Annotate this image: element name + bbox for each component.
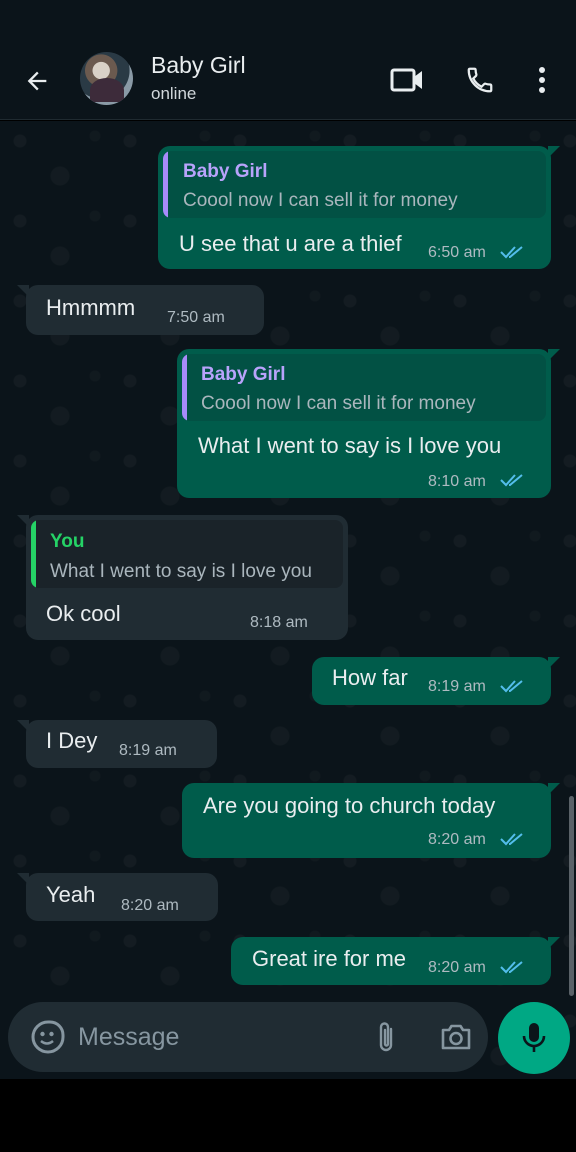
- message-time: 7:50 am: [167, 309, 225, 326]
- quote-text: What I went to say is I love you: [50, 561, 312, 582]
- more-options-button[interactable]: [522, 60, 562, 100]
- double-check-icon: [500, 833, 523, 846]
- message-bubble-outgoing[interactable]: Baby Girl Coool now I can sell it for mo…: [177, 349, 560, 498]
- sticker-icon: [31, 1020, 65, 1054]
- status-bar: [0, 0, 576, 40]
- message-text: Hmmmm: [46, 295, 136, 320]
- back-button[interactable]: [18, 62, 56, 100]
- attach-button[interactable]: [366, 1017, 406, 1057]
- camera-button[interactable]: [436, 1017, 476, 1057]
- camera-icon: [441, 1024, 471, 1050]
- quote-author: Baby Girl: [201, 364, 286, 385]
- scrollbar[interactable]: [569, 796, 574, 996]
- message-composer: [8, 1002, 488, 1072]
- message-time: 8:19 am: [119, 742, 177, 759]
- quote-bar: [31, 520, 36, 588]
- message-bubble-incoming[interactable]: Yeah 8:20 am: [17, 873, 218, 921]
- sticker-button[interactable]: [30, 1019, 66, 1055]
- quote-bar: [163, 151, 168, 218]
- message-bubble-incoming[interactable]: I Dey 8:19 am: [17, 720, 217, 768]
- contact-status: online: [151, 84, 197, 103]
- voice-call-button[interactable]: [460, 60, 500, 100]
- message-text: U see that u are a thief: [179, 231, 402, 256]
- double-check-icon: [500, 961, 523, 974]
- message-time: 8:20 am: [428, 959, 486, 976]
- back-arrow-icon: [27, 71, 47, 91]
- quoted-message[interactable]: Baby Girl Coool now I can sell it for mo…: [182, 354, 546, 421]
- phone-icon: [467, 67, 493, 93]
- attach-icon: [379, 1022, 393, 1052]
- message-time: 8:18 am: [250, 614, 308, 631]
- double-check-icon: [500, 246, 523, 259]
- message-time: 6:50 am: [428, 244, 486, 261]
- quote-text: Coool now I can sell it for money: [201, 393, 476, 414]
- system-navigation-bar: [0, 1080, 576, 1152]
- contact-name[interactable]: Baby Girl: [151, 52, 246, 79]
- double-check-icon: [500, 474, 523, 487]
- double-check-icon: [500, 680, 523, 693]
- message-text: Great ire for me: [252, 946, 407, 971]
- avatar[interactable]: [80, 52, 133, 105]
- chat-area[interactable]: Baby Girl Coool now I can sell it for mo…: [0, 121, 576, 1079]
- message-text: Yeah: [46, 882, 96, 907]
- quoted-message[interactable]: You What I went to say is I love you: [31, 520, 343, 588]
- message-time: 8:10 am: [428, 473, 486, 490]
- message-text: I Dey: [46, 728, 98, 753]
- message-text: What I went to say is I love you: [198, 433, 502, 458]
- message-bubble-outgoing[interactable]: Baby Girl Coool now I can sell it for mo…: [158, 146, 560, 269]
- message-bubble-outgoing[interactable]: How far 8:19 am: [312, 657, 560, 705]
- message-bubble-outgoing[interactable]: Great ire for me 8:20 am: [231, 937, 560, 985]
- voice-record-button[interactable]: [498, 1002, 570, 1074]
- message-time: 8:20 am: [121, 897, 179, 914]
- quote-bar: [182, 354, 187, 421]
- more-options-icon: [539, 67, 545, 93]
- message-text: How far: [332, 665, 408, 690]
- video-call-button[interactable]: [387, 60, 427, 100]
- quote-author: Baby Girl: [183, 161, 268, 182]
- chat-header: Baby Girl online: [0, 40, 576, 120]
- message-time: 8:20 am: [428, 831, 486, 848]
- message-bubble-incoming[interactable]: You What I went to say is I love you Ok …: [17, 515, 348, 640]
- quote-text: Coool now I can sell it for money: [183, 190, 458, 211]
- message-text: Ok cool: [46, 601, 121, 626]
- message-bubble-incoming[interactable]: Hmmmm 7:50 am: [17, 285, 264, 335]
- mic-icon: [522, 1023, 546, 1052]
- message-input[interactable]: [78, 1016, 348, 1058]
- message-text: Are you going to church today: [203, 793, 496, 818]
- quoted-message[interactable]: Baby Girl Coool now I can sell it for mo…: [163, 151, 546, 218]
- quote-author: You: [50, 531, 85, 552]
- message-bubble-outgoing[interactable]: Are you going to church today 8:20 am: [182, 783, 560, 858]
- video-call-icon: [390, 68, 422, 92]
- message-time: 8:19 am: [428, 678, 486, 695]
